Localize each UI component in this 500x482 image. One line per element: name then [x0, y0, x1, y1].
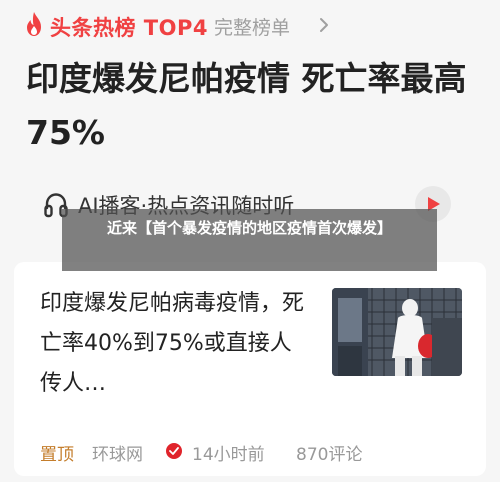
chevron-right-icon[interactable]: [319, 17, 329, 33]
article-time: 14小时前: [192, 445, 265, 465]
comment-count[interactable]: 870评论: [296, 440, 362, 465]
hot-list-brand: 头条热榜 TOP4: [50, 16, 208, 40]
article-source[interactable]: 环球网: [92, 440, 143, 465]
page-title[interactable]: 印度爆发尼帕疫情 死亡率最高75%: [26, 52, 486, 160]
verified-icon: [166, 443, 182, 459]
hot-list-header: 头条热榜 TOP4 完整榜单: [0, 0, 500, 48]
article-card[interactable]: 印度爆发尼帕病毒疫情，死亡率40%到75%或直接人传人… 置顶 环球网 14小时…: [14, 262, 486, 476]
pinned-badge: 置顶: [40, 445, 74, 465]
news-photo: [332, 288, 462, 376]
full-list-link[interactable]: 完整榜单: [214, 13, 290, 40]
flame-icon: [27, 12, 41, 36]
article-title[interactable]: 印度爆发尼帕病毒疫情，死亡率40%到75%或直接人传人…: [40, 284, 312, 404]
caption-overlay: 近来【首个暴发疫情的地区疫情首次爆发】: [62, 209, 437, 271]
article-thumbnail[interactable]: [332, 288, 462, 376]
